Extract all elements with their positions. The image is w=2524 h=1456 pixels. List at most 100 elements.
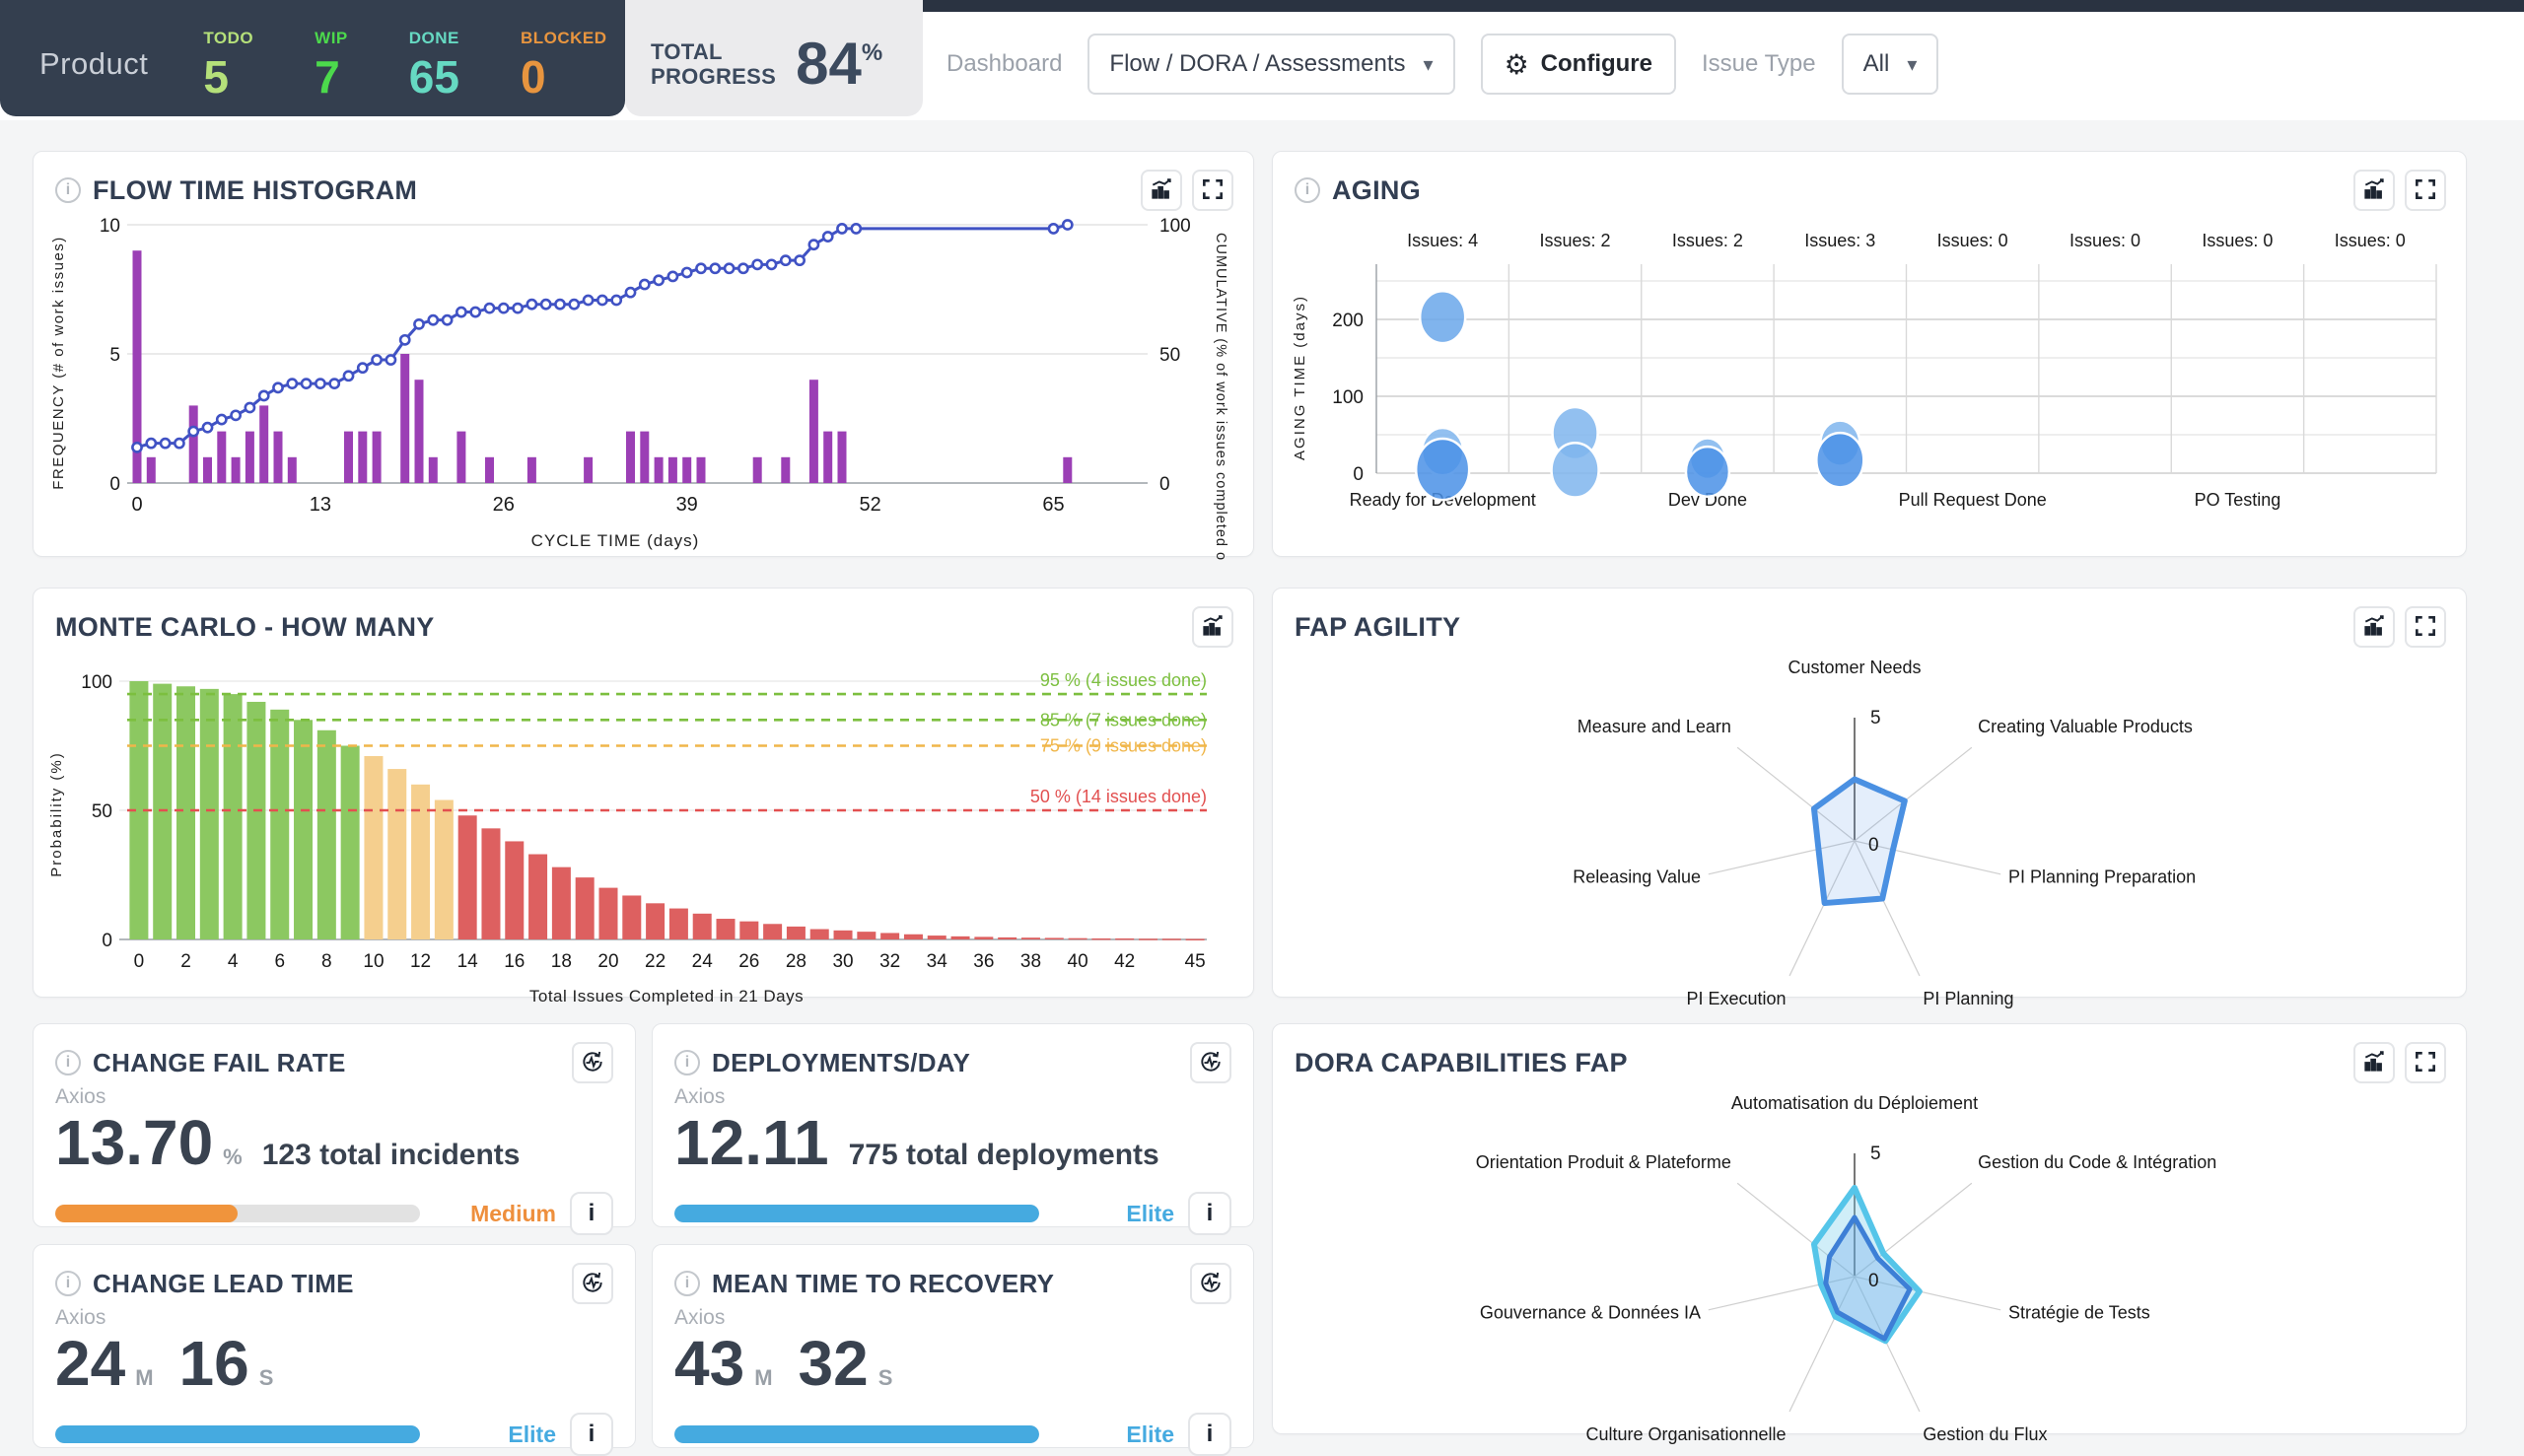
fullscreen-button[interactable]: [2405, 1042, 2446, 1083]
chart-settings-button[interactable]: [2353, 1042, 2395, 1083]
metric-title: CHANGE FAIL RATE: [93, 1047, 346, 1077]
chart-settings-button[interactable]: [1141, 170, 1182, 211]
svg-text:28: 28: [786, 951, 806, 972]
svg-text:65: 65: [1042, 494, 1064, 516]
chevron-down-icon: ▾: [1907, 53, 1918, 76]
svg-text:32: 32: [879, 951, 900, 972]
fap-agility-panel: FAP AGILITY 5 0 Customer Needs Creating Val…: [1272, 588, 2467, 1008]
svg-text:0: 0: [134, 951, 145, 972]
metric-more-info-button[interactable]: i: [570, 1413, 613, 1456]
dashboard-label: Dashboard: [946, 50, 1063, 77]
dashboard-select[interactable]: Flow / DORA / Assessments ▾: [1087, 34, 1455, 95]
svg-text:Issues: 0: Issues: 0: [1937, 231, 2008, 250]
svg-text:12: 12: [410, 951, 431, 972]
svg-text:42: 42: [1114, 951, 1135, 972]
counter-blocked: BLOCKED 0: [520, 28, 607, 103]
svg-text:50: 50: [1159, 345, 1180, 366]
chart-settings-button[interactable]: [1192, 606, 1233, 648]
metric-card-change-lead-time: i CHANGE LEAD TIME Axios 24 M 16 S Elite i: [33, 1244, 636, 1456]
fullscreen-button[interactable]: [2405, 606, 2446, 648]
metric-value: 24: [55, 1328, 126, 1399]
svg-text:10: 10: [100, 216, 120, 237]
metric-more-info-button[interactable]: i: [1188, 1413, 1231, 1456]
svg-text:Automatisation du Déploiement: Automatisation du Déploiement: [1731, 1093, 1978, 1113]
svg-text:85 % (7 issues done): 85 % (7 issues done): [1040, 710, 1207, 729]
svg-text:0: 0: [102, 931, 112, 951]
fullscreen-button[interactable]: [1192, 170, 1233, 211]
counter-todo: TODO 5: [203, 28, 254, 103]
metric-card-deployments-day: i DEPLOYMENTS/DAY Axios 12.11 775 total d…: [652, 1023, 1254, 1235]
svg-text:Probability (%): Probability (%): [48, 751, 65, 877]
svg-text:Issues: 0: Issues: 0: [2069, 231, 2140, 250]
refresh-button[interactable]: [1190, 1263, 1231, 1304]
metric-card-change-fail-rate: i CHANGE FAIL RATE Axios 13.70% 123 total…: [33, 1023, 636, 1235]
metric-more-info-button[interactable]: i: [570, 1192, 613, 1235]
metric-rating-badge: Elite: [1126, 1421, 1174, 1447]
refresh-button[interactable]: [572, 1263, 613, 1304]
info-icon[interactable]: i: [674, 1050, 700, 1075]
metric-title: DEPLOYMENTS/DAY: [712, 1047, 971, 1077]
info-icon[interactable]: i: [55, 1271, 81, 1296]
monte-carlo-panel: MONTE CARLO - HOW MANY 0 50 100 95 % (4 iss…: [33, 588, 1254, 1005]
chart-settings-button[interactable]: [2353, 170, 2395, 211]
svg-text:PI Execution: PI Execution: [1687, 989, 1787, 1008]
svg-text:4: 4: [228, 951, 239, 972]
svg-text:50: 50: [92, 801, 112, 822]
svg-text:0: 0: [1353, 464, 1364, 485]
refresh-button[interactable]: [1190, 1042, 1231, 1083]
svg-text:Measure and Learn: Measure and Learn: [1578, 717, 1731, 736]
svg-text:Creating Valuable Products: Creating Valuable Products: [1978, 717, 2193, 736]
chart-settings-button[interactable]: [2353, 606, 2395, 648]
metric-title: CHANGE LEAD TIME: [93, 1268, 354, 1298]
svg-text:45: 45: [1185, 951, 1206, 972]
svg-text:Stratégie de Tests: Stratégie de Tests: [2008, 1303, 2150, 1323]
svg-text:8: 8: [321, 951, 332, 972]
total-progress-label: TOTAL PROGRESS: [651, 38, 777, 89]
svg-text:Issues: 3: Issues: 3: [1804, 231, 1875, 250]
svg-text:5: 5: [1870, 708, 1881, 728]
counter-wip: WIP 7: [315, 28, 348, 103]
aging-panel: i AGING 0 100 200 Issues: 4 Ready for Develo…: [1272, 151, 2467, 557]
fullscreen-icon: [2413, 613, 2438, 642]
total-progress-panel: TOTAL PROGRESS 84%: [625, 0, 923, 116]
monte-carlo-chart: 0 50 100 95 % (4 issues done) 85 % (7 issues…: [34, 652, 1253, 1011]
svg-text:100: 100: [1159, 216, 1191, 237]
counter-done: DONE 65: [408, 28, 459, 103]
panel-title: FAP AGILITY: [1295, 611, 1461, 642]
fullscreen-icon: [2413, 176, 2438, 205]
svg-text:CYCLE TIME (days): CYCLE TIME (days): [531, 531, 700, 550]
issue-type-select[interactable]: All ▾: [1841, 34, 1939, 95]
svg-text:Total Issues Completed in 21 D: Total Issues Completed in 21 Days: [529, 987, 804, 1005]
svg-text:Issues: 0: Issues: 0: [2202, 231, 2273, 250]
svg-text:0: 0: [1868, 835, 1879, 856]
svg-text:39: 39: [676, 494, 698, 516]
info-icon[interactable]: i: [55, 177, 81, 203]
chevron-down-icon: ▾: [1423, 53, 1434, 76]
configure-button[interactable]: ⚙ Configure: [1480, 34, 1676, 95]
metric-more-info-button[interactable]: i: [1188, 1192, 1231, 1235]
fullscreen-button[interactable]: [2405, 170, 2446, 211]
refresh-button[interactable]: [572, 1042, 613, 1083]
fap-agility-radar-chart: 5 0 Customer Needs Creating Valuable Produc…: [1273, 652, 2466, 1013]
metric-rating-badge: Elite: [1126, 1200, 1174, 1226]
header: Product TODO 5 WIP 7 DONE 65 BLOCKED 0 T…: [0, 0, 2524, 120]
svg-text:34: 34: [927, 951, 948, 972]
metric-value: 13.70: [55, 1107, 214, 1178]
info-icon[interactable]: i: [1295, 177, 1320, 203]
chart-icon: [1149, 176, 1174, 205]
info-icon[interactable]: i: [55, 1050, 81, 1075]
svg-text:Issues: 2: Issues: 2: [1672, 231, 1743, 250]
info-icon[interactable]: i: [674, 1271, 700, 1296]
panel-title: MONTE CARLO - HOW MANY: [55, 611, 435, 642]
issue-type-select-value: All: [1862, 50, 1890, 77]
svg-text:52: 52: [859, 494, 880, 516]
panel-title: DORA CAPABILITIES FAP: [1295, 1047, 1628, 1077]
svg-text:FREQUENCY (# of work issues): FREQUENCY (# of work issues): [50, 236, 67, 490]
svg-text:0: 0: [1868, 1271, 1879, 1291]
product-label: Product: [39, 46, 149, 81]
metric-progress-fill: [55, 1205, 238, 1222]
svg-text:100: 100: [1332, 387, 1364, 408]
chart-icon: [2361, 613, 2387, 642]
metric-note: 123 total incidents: [261, 1139, 521, 1171]
svg-text:100: 100: [81, 672, 112, 693]
